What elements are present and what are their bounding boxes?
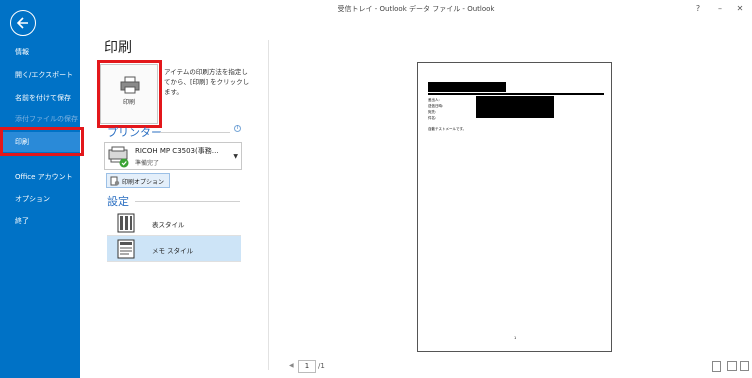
print-options-icon	[110, 176, 120, 186]
previous-page-button[interactable]: ◀	[289, 362, 294, 369]
sidebar-item-open-export[interactable]: 開く/エクスポート	[0, 65, 80, 85]
backstage-sidebar: 情報 開く/エクスポート 名前を付けて保存 添付ファイルの保存 印刷 Offic…	[0, 0, 80, 378]
style-memo[interactable]: メモ スタイル	[107, 236, 241, 262]
page-number-input[interactable]: 1	[298, 360, 316, 373]
preview-field-to: 宛先:	[428, 110, 437, 114]
printer-status: 準備完了	[135, 160, 160, 167]
highlight-print-nav	[0, 127, 84, 156]
table-style-icon	[117, 213, 135, 233]
print-preview-page: 差出人: 送信日時: 宛先: 件名: 自動テストメールです。 1	[417, 62, 612, 352]
title-bar: 受信トレイ - Outlook データ ファイル - Outlook ? – ✕	[80, 0, 752, 20]
preview-field-subject: 件名:	[428, 116, 437, 120]
header-rule	[428, 93, 604, 95]
memo-style-icon	[117, 239, 135, 259]
section-divider	[160, 132, 230, 133]
preview-body: 自動テストメールです。	[428, 127, 467, 131]
fit-page-icon[interactable]	[740, 361, 749, 371]
minimize-button[interactable]: –	[712, 2, 728, 16]
style-table-label: 表スタイル	[152, 221, 185, 229]
section-divider	[135, 201, 240, 202]
settings-section-title: 設定	[107, 195, 129, 208]
chevron-down-icon: ▼	[233, 153, 238, 160]
help-button[interactable]: ?	[690, 2, 706, 16]
sidebar-item-save-attachments: 添付ファイルの保存	[15, 115, 78, 123]
redacted-header-values	[476, 96, 554, 118]
preview-field-from: 差出人:	[428, 98, 440, 102]
sidebar-item-exit[interactable]: 終了	[0, 211, 80, 231]
style-table[interactable]: 表スタイル	[107, 210, 241, 236]
info-icon[interactable]: i	[234, 125, 241, 132]
printer-ready-icon	[108, 146, 129, 168]
printer-name: RICOH MP C3503(事務…	[135, 147, 219, 155]
sidebar-item-office-account[interactable]: Office アカウント	[0, 167, 80, 187]
sidebar-item-options[interactable]: オプション	[0, 189, 80, 209]
preview-page-number: 1	[514, 336, 517, 340]
printer-section-title: プリンター	[107, 126, 162, 139]
print-options-label: 印刷オプション	[122, 179, 165, 186]
panel-divider	[268, 40, 269, 370]
print-description: アイテムの印刷方法を指定してから、[印刷] をクリックします。	[164, 68, 250, 96]
actual-size-icon[interactable]	[712, 361, 721, 372]
page-total: /1	[318, 362, 325, 370]
sidebar-item-save-as[interactable]: 名前を付けて保存	[0, 88, 80, 108]
preview-field-sent: 送信日時:	[428, 104, 444, 108]
printer-dropdown[interactable]: RICOH MP C3503(事務… 準備完了 ▼	[104, 142, 242, 170]
window-title: 受信トレイ - Outlook データ ファイル - Outlook	[337, 5, 495, 13]
style-memo-label: メモ スタイル	[152, 247, 194, 255]
highlight-print-button	[97, 60, 162, 128]
page-title: 印刷	[104, 40, 132, 56]
back-button[interactable]	[10, 10, 36, 36]
back-arrow-icon	[16, 17, 28, 29]
close-button[interactable]: ✕	[732, 2, 748, 16]
sidebar-item-info[interactable]: 情報	[0, 42, 80, 62]
multiple-pages-icon[interactable]	[727, 361, 737, 371]
print-options-button[interactable]: 印刷オプション	[106, 173, 170, 188]
redacted-sender-name	[428, 82, 506, 92]
